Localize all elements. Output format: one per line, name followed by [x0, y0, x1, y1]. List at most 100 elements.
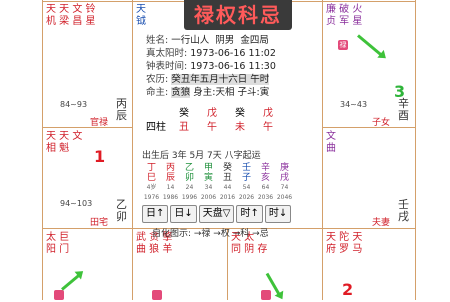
palace-cell-you-top: 34~43 子女 辛 酉: [322, 0, 416, 129]
lunar-value: 癸丑年五月十六日 午时: [171, 74, 270, 85]
master-label: 命主:: [146, 87, 169, 98]
age-range: 34~43: [340, 100, 368, 109]
clock-row: 钟表时间: 1973-06-16 11:30: [146, 60, 324, 73]
luck-branch: 丑: [222, 173, 232, 183]
pillar-branches: 四柱 丑 午 未 午: [142, 118, 328, 133]
luck-age: 44: [223, 184, 232, 191]
luck-branch: 巳: [146, 173, 156, 183]
solar-label: 真太阳时:: [146, 48, 188, 59]
lunar-row: 农历: 癸丑年五月十六日 午时: [146, 73, 324, 86]
nav-buttons: 日↑ 日↓ 天盘▽ 时↑ 时↓: [142, 205, 292, 223]
luck-stem: 辛: [260, 163, 270, 173]
lu-tag: [152, 290, 162, 300]
luck-year: 1986: [162, 194, 179, 201]
chart-info: 姓名: 一行山人 阴男 金四局 真太阳时: 1973-06-16 11:02 钟…: [146, 34, 324, 99]
luck-year: 1996: [181, 194, 198, 201]
stem: 戊: [207, 107, 217, 119]
pillars-label: 四柱: [146, 121, 166, 133]
solar-time: 11:02: [248, 48, 276, 59]
sihua-banner: 禄权科忌: [184, 0, 292, 30]
star-names: 天 钺: [136, 4, 146, 27]
tianpan-button[interactable]: 天盘▽: [198, 205, 235, 223]
palace-cell-chen-top: 84~93 官禄 丙 辰: [42, 0, 132, 129]
palace-cell-hai[interactable]: 天 陀 天 府 罗 马 2: [322, 228, 416, 300]
earthly-branch: 壬 戌: [398, 198, 409, 223]
luck-branch: 子: [241, 173, 251, 183]
luck-column[interactable]: 庚戌 74 2046: [275, 163, 294, 203]
master-row: 命主: 贪狼 身主:天相 子斗:寅: [146, 86, 324, 99]
luck-year: 2016: [219, 194, 236, 201]
star-names: 天 天 文 相 魁: [46, 131, 83, 154]
luck-age: 4岁: [146, 184, 157, 191]
number-label: 2: [342, 280, 354, 299]
age-range: 94~103: [60, 199, 93, 208]
bureau: 金四局: [240, 35, 269, 46]
star-names: 太 巨 阳 门: [46, 232, 70, 255]
luck-age: 54: [242, 184, 251, 191]
zidou: 子斗:寅: [237, 87, 270, 98]
luck-age: 64: [261, 184, 270, 191]
luck-year: 2036: [257, 194, 274, 201]
luck-column[interactable]: 甲寅 34 2006: [199, 163, 218, 203]
hour-up-button[interactable]: 时↑: [236, 205, 263, 223]
luck-year: 2046: [276, 194, 293, 201]
luck-stem: 乙: [184, 163, 194, 173]
solar-date: 1973-06-16: [190, 48, 246, 59]
luck-column[interactable]: 壬子 54 2026: [237, 163, 256, 203]
name-value: 一行山人: [171, 35, 210, 46]
lu-tag: [261, 290, 271, 300]
luck-branch: 辰: [165, 173, 175, 183]
day-down-button[interactable]: 日↓: [170, 205, 197, 223]
luck-branch: 戌: [279, 173, 289, 183]
palace-name: 田宅: [90, 218, 109, 228]
age-range: 84~93: [60, 100, 88, 109]
palace-name: 夫妻: [372, 218, 391, 228]
palace-cell-yin[interactable]: 太 巨 阳 门: [42, 228, 132, 300]
clock-date: 1973-06-16: [190, 61, 246, 72]
branch: 未: [235, 121, 245, 133]
luck-grid: 丁巳 4岁 1976 丙辰 14 1986 乙卯 24 1996 甲寅 34 2006 癸丑 44 2016…: [142, 163, 332, 203]
luck-stem: 丁: [146, 163, 156, 173]
clock-label: 钟表时间:: [146, 61, 188, 72]
earthly-branch: 辛 酉: [398, 97, 409, 122]
luck-branch: 卯: [184, 173, 194, 183]
palace-cell-mao[interactable]: 天 天 文 相 魁 1 94~103 田宅 乙 卯: [42, 127, 132, 228]
luck-column[interactable]: 丙辰 14 1986: [161, 163, 180, 203]
self-transform-legend: 自化图示: →禄 →权 →科 →忌: [152, 229, 269, 239]
four-pillars: 癸 戊 癸 戊 四柱 丑 午 未 午: [142, 104, 328, 133]
luck-age: 34: [204, 184, 213, 191]
day-up-button[interactable]: 日↑: [142, 205, 169, 223]
luck-column[interactable]: 辛亥 64 2036: [256, 163, 275, 203]
name-row: 姓名: 一行山人 阴男 金四局: [146, 34, 324, 47]
hour-down-button[interactable]: 时↓: [264, 205, 292, 223]
earthly-branch: 乙 卯: [116, 198, 127, 223]
luck-column[interactable]: 癸丑 44 2016: [218, 163, 237, 203]
luck-column[interactable]: 乙卯 24 1996: [180, 163, 199, 203]
luck-age: 14: [166, 184, 175, 191]
clock-time: 11:30: [248, 61, 276, 72]
luck-stem: 庚: [279, 163, 289, 173]
earthly-branch: 丙 辰: [116, 97, 127, 122]
branch: 午: [207, 121, 217, 133]
stem: 癸: [235, 107, 245, 119]
luck-column[interactable]: 丁巳 4岁 1976: [142, 163, 161, 203]
branch: 午: [263, 121, 273, 133]
luck-age: 24: [185, 184, 194, 191]
luck-stem: 甲: [203, 163, 213, 173]
palace-cell-xu[interactable]: 文 曲 夫妻 壬 戌: [322, 127, 416, 228]
luck-stem: 癸: [222, 163, 232, 173]
gender: 阴男: [215, 35, 235, 46]
number-label: 1: [94, 147, 106, 166]
solar-row: 真太阳时: 1973-06-16 11:02: [146, 47, 324, 60]
name-label: 姓名:: [146, 35, 169, 46]
luck-branch: 寅: [203, 173, 213, 183]
master-value: 贪狼: [171, 87, 191, 98]
luck-year: 2026: [238, 194, 255, 201]
luck-stem: 丙: [165, 163, 175, 173]
lu-tag: [54, 290, 64, 300]
stem: 戊: [263, 107, 273, 119]
pillar-stems: 癸 戊 癸 戊: [142, 104, 328, 119]
luck-cycles: 出生后 3年 5月 7天 八字起运 丁巳 4岁 1976 丙辰 14 1986 乙卯 24 19…: [142, 148, 332, 203]
luck-stem: 壬: [241, 163, 251, 173]
luck-year: 1976: [143, 194, 160, 201]
